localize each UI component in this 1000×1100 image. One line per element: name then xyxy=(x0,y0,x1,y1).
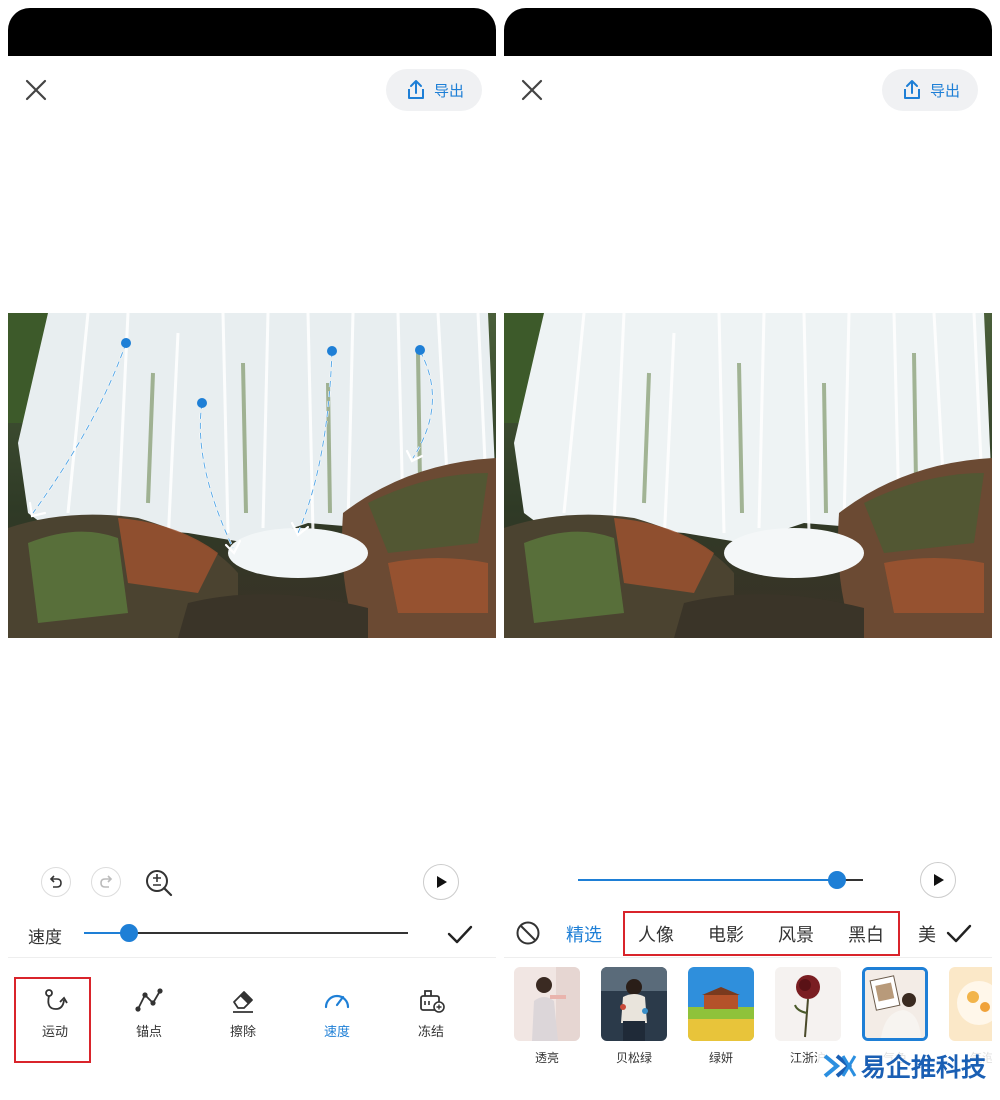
play-icon xyxy=(934,874,944,886)
category-portrait[interactable]: 人像 xyxy=(638,921,674,947)
tab-label: 擦除 xyxy=(229,1025,256,1040)
speed-label: 速度 xyxy=(28,928,62,948)
export-button[interactable]: 导出 xyxy=(386,69,482,111)
speed-slider[interactable] xyxy=(84,924,408,942)
status-bar xyxy=(8,8,496,56)
brand-watermark: 易企推科技 xyxy=(816,1046,992,1086)
watermark-text: 易企推科技 xyxy=(860,1053,986,1082)
close-button[interactable] xyxy=(22,76,50,104)
speedometer-icon xyxy=(324,994,350,1009)
status-bar xyxy=(504,8,992,56)
no-filter-button[interactable] xyxy=(515,920,541,946)
close-icon xyxy=(521,79,543,101)
tab-erase[interactable]: 擦除 xyxy=(196,985,290,1040)
tool-tabs: 运动 锚点 擦除 速度 冻结 xyxy=(8,975,496,1065)
divider xyxy=(504,957,992,958)
filter-name: 贝松绿 xyxy=(615,1051,652,1065)
filter-thumbnail xyxy=(514,967,580,1041)
filter-item[interactable]: 贝松绿 xyxy=(601,967,667,1066)
play-icon xyxy=(437,876,447,888)
waterfall-photo[interactable] xyxy=(504,313,992,638)
category-movie[interactable]: 电影 xyxy=(708,921,744,947)
playback-slider[interactable] xyxy=(578,871,863,889)
play-button[interactable] xyxy=(423,864,459,900)
eraser-icon xyxy=(233,991,253,1013)
undo-button[interactable] xyxy=(41,867,71,897)
checkmark-icon xyxy=(447,925,473,944)
export-label: 导出 xyxy=(929,81,960,100)
brand-logo-icon xyxy=(823,1054,857,1078)
filter-name: 透亮 xyxy=(534,1051,559,1065)
confirm-button[interactable] xyxy=(944,918,974,948)
tab-label: 运动 xyxy=(41,1025,68,1040)
confirm-button[interactable] xyxy=(445,919,475,949)
category-black-white[interactable]: 黑白 xyxy=(848,921,884,947)
tab-freeze[interactable]: 冻结 xyxy=(384,985,478,1040)
divider xyxy=(8,957,496,958)
undo-icon xyxy=(49,875,62,888)
category-beauty[interactable]: 美 xyxy=(918,921,936,947)
freeze-icon xyxy=(420,990,445,1013)
filter-item[interactable]: 绿妍 xyxy=(688,967,754,1066)
tab-label: 锚点 xyxy=(135,1025,162,1040)
anchor-points-icon xyxy=(135,988,163,1012)
motion-path-icon xyxy=(45,989,68,1010)
share-icon xyxy=(407,80,424,99)
checkmark-icon xyxy=(946,924,972,943)
export-label: 导出 xyxy=(433,81,464,100)
filter-thumbnail xyxy=(601,967,667,1041)
category-landscape[interactable]: 风景 xyxy=(778,921,814,947)
close-icon xyxy=(25,79,47,101)
tab-label: 速度 xyxy=(323,1025,350,1040)
redo-button[interactable] xyxy=(91,867,121,897)
motion-editor-screen: 导出 速度 运动 锚点 擦除 速度 冻结 xyxy=(8,0,496,1100)
close-button[interactable] xyxy=(518,76,546,104)
filter-thumbnail xyxy=(775,967,841,1041)
filter-thumbnail xyxy=(688,967,754,1041)
filter-thumbnail xyxy=(862,967,928,1041)
share-icon xyxy=(903,80,920,99)
play-button[interactable] xyxy=(920,862,956,898)
waterfall-photo[interactable] xyxy=(8,313,496,638)
prohibited-icon xyxy=(516,921,540,945)
zoom-button[interactable] xyxy=(143,867,175,899)
filter-name: 绿妍 xyxy=(708,1051,733,1065)
zoom-icon xyxy=(146,870,173,897)
tab-speed[interactable]: 速度 xyxy=(290,985,384,1040)
playback-slider-knob[interactable] xyxy=(828,871,846,889)
speed-slider-knob[interactable] xyxy=(120,924,138,942)
export-button[interactable]: 导出 xyxy=(882,69,978,111)
redo-icon xyxy=(100,875,113,888)
tab-anchor[interactable]: 锚点 xyxy=(102,985,196,1040)
filter-thumbnail xyxy=(949,967,992,1041)
filter-item[interactable]: 透亮 xyxy=(514,967,580,1066)
tab-motion[interactable]: 运动 xyxy=(8,985,102,1040)
category-featured[interactable]: 精选 xyxy=(566,921,602,947)
filter-editor-screen: 导出 精选 人像 电影 风景 黑白 美 透亮 贝松绿 绿妍 江浙沪 xyxy=(504,0,992,1100)
tab-label: 冻结 xyxy=(417,1025,444,1040)
